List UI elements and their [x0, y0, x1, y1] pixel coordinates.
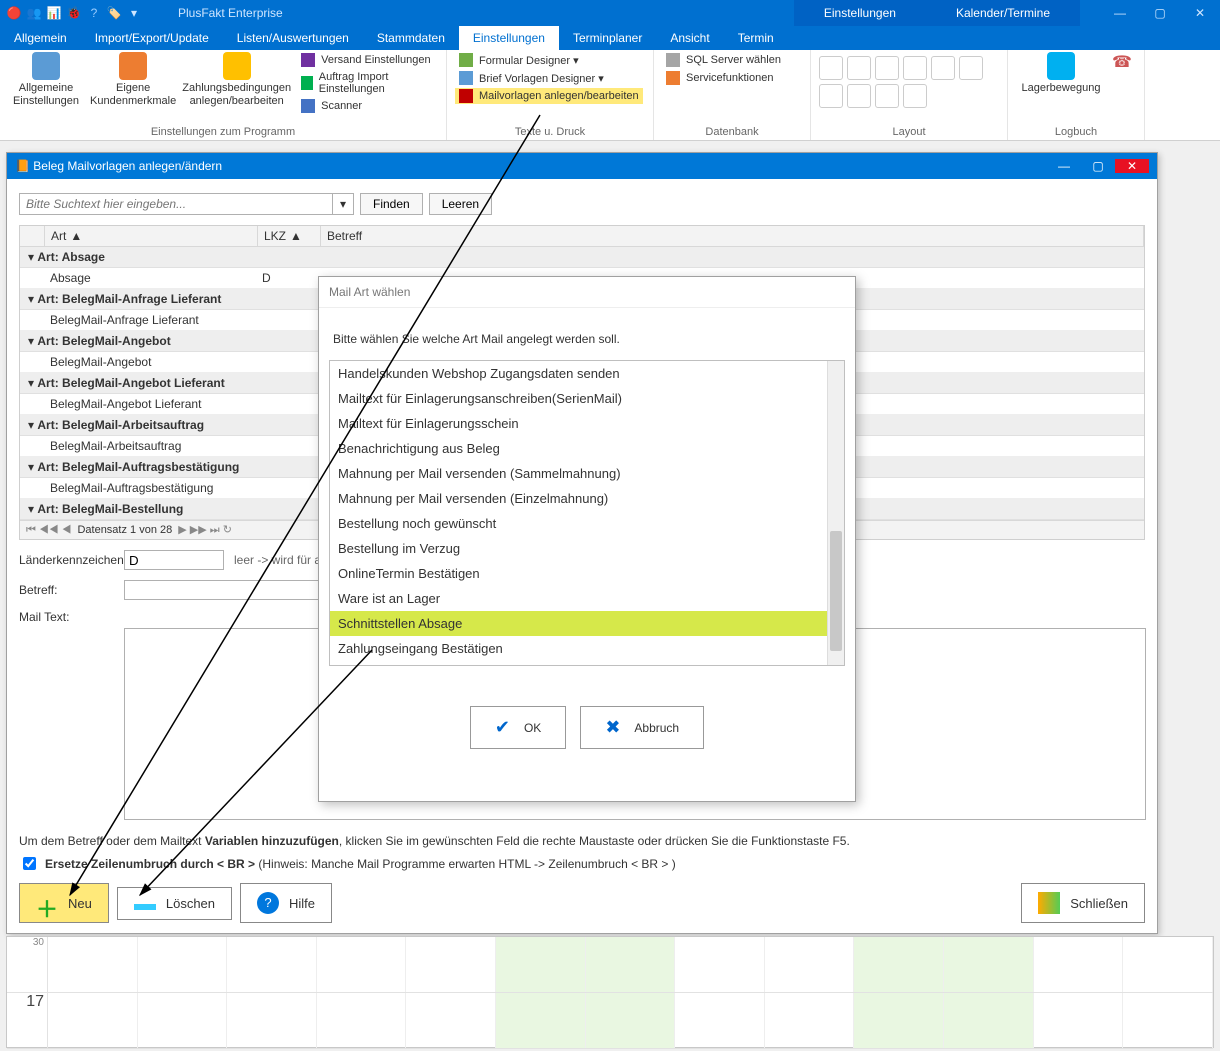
btn-scanner[interactable]: Scanner	[297, 98, 438, 114]
br-checkbox[interactable]	[23, 857, 36, 870]
sw-minimize-icon[interactable]: —	[1047, 159, 1081, 173]
dialog-message: Bitte wählen Sie welche Art Mail angeleg…	[319, 308, 855, 360]
col-lkz: LKZ▲	[258, 226, 321, 246]
minimize-icon[interactable]: —	[1100, 0, 1140, 26]
new-button[interactable]: ＋Neu	[19, 883, 109, 923]
layout-icon[interactable]	[903, 84, 927, 108]
group-row[interactable]: Art: Absage	[20, 247, 1144, 268]
title-bar: 🔴 👥 📊 🐞 ? 🏷️ ▾ PlusFakt Enterprise Einst…	[0, 0, 1220, 26]
list-item[interactable]: Mahnung per Mail versenden (Einzelmahnun…	[330, 486, 844, 511]
tab-listen[interactable]: Listen/Auswertungen	[223, 26, 363, 50]
list-item[interactable]: Mailtext für Einlagerungsschein	[330, 411, 844, 436]
layout-icon[interactable]	[819, 84, 843, 108]
close-button[interactable]: Schließen	[1021, 883, 1145, 923]
help-button[interactable]: ?Hilfe	[240, 883, 332, 923]
layout-icon[interactable]	[847, 56, 871, 80]
betreff-label: Betreff:	[19, 583, 114, 597]
btn-brief[interactable]: Brief Vorlagen Designer ▾	[455, 70, 643, 86]
grp-label: Einstellungen zum Programm	[8, 124, 438, 140]
btn-allg-einst[interactable]: Allgemeine Einstellungen	[8, 52, 84, 107]
tab-terminplaner[interactable]: Terminplaner	[559, 26, 656, 50]
lkz-label: Länderkennzeichen	[19, 553, 114, 567]
close-icon[interactable]: ✕	[1180, 0, 1220, 26]
list-item[interactable]: Bestellung noch gewünscht	[330, 511, 844, 536]
list-item[interactable]: OnlineTermin Bestätigen	[330, 561, 844, 586]
mail-art-list[interactable]: Handelskunden Webshop Zugangsdaten sende…	[329, 360, 845, 666]
mail-art-dialog: Mail Art wählen Bitte wählen Sie welche …	[318, 276, 856, 802]
btn-import[interactable]: Auftrag Import Einstellungen	[297, 70, 438, 96]
ribbon-tabs: Allgemein Import/Export/Update Listen/Au…	[0, 26, 1220, 50]
btn-mailvorlagen[interactable]: Mailvorlagen anlegen/bearbeiten	[455, 88, 643, 104]
subwindow-title: Beleg Mailvorlagen anlegen/ändern	[33, 159, 222, 173]
find-button[interactable]: Finden	[360, 193, 423, 215]
betreff-input[interactable]	[124, 580, 334, 600]
sw-maximize-icon[interactable]: ▢	[1081, 159, 1115, 173]
calendar-strip[interactable]: 30 17	[6, 936, 1214, 1048]
btn-formular[interactable]: Formular Designer ▾	[455, 52, 643, 68]
search-box[interactable]: ▾	[19, 193, 354, 215]
tab-termin[interactable]: Termin	[724, 26, 788, 50]
cancel-button[interactable]: ✖Abbruch	[580, 706, 704, 749]
layout-icon[interactable]	[875, 56, 899, 80]
tab-allgemein[interactable]: Allgemein	[0, 26, 81, 50]
dialog-title: Mail Art wählen	[319, 277, 855, 308]
chart-icon[interactable]: 📊	[46, 5, 62, 21]
layout-icon[interactable]	[903, 56, 927, 80]
tab-einstellungen[interactable]: Einstellungen	[459, 26, 559, 50]
btn-lager[interactable]: Lagerbewegung	[1016, 52, 1106, 95]
layout-icon[interactable]	[819, 56, 843, 80]
ok-button[interactable]: ✔OK	[470, 706, 566, 749]
col-betreff: Betreff	[321, 226, 1144, 246]
clear-button[interactable]: Leeren	[429, 193, 492, 215]
qat-dropdown-icon[interactable]: ▾	[126, 5, 142, 21]
folder-icon: 📙	[15, 159, 30, 173]
bug-icon[interactable]: 🐞	[66, 5, 82, 21]
ctx-tab-einstellungen[interactable]: Einstellungen	[794, 0, 926, 26]
list-item[interactable]: Zahlungseingang Bestätigen	[330, 636, 844, 661]
layout-icon[interactable]	[875, 84, 899, 108]
col-art: Art▲	[45, 226, 258, 246]
flag-icon[interactable]: 🔴	[6, 5, 22, 21]
list-item[interactable]: Bestellung im Verzug	[330, 536, 844, 561]
quick-access-toolbar: 🔴 👥 📊 🐞 ? 🏷️ ▾	[0, 5, 148, 21]
btn-zahlung[interactable]: Zahlungsbedingungen anlegen/bearbeiten	[182, 52, 291, 107]
lkz-input[interactable]	[124, 550, 224, 570]
users-icon[interactable]: 👥	[26, 5, 42, 21]
btn-service[interactable]: Servicefunktionen	[662, 70, 785, 86]
search-input[interactable]	[20, 194, 332, 214]
phone-icon[interactable]: ☎	[1112, 52, 1132, 72]
mailtext-label: Mail Text:	[19, 610, 114, 624]
context-tabs: Einstellungen Kalender/Termine	[794, 0, 1080, 26]
ctx-tab-kalender[interactable]: Kalender/Termine	[926, 0, 1080, 26]
btn-sql[interactable]: SQL Server wählen	[662, 52, 785, 68]
layout-icon[interactable]	[959, 56, 983, 80]
ribbon: Allgemeine Einstellungen Eigene Kundenme…	[0, 50, 1220, 141]
sw-close-icon[interactable]: ✕	[1115, 159, 1149, 173]
layout-icon[interactable]	[847, 84, 871, 108]
delete-button[interactable]: Löschen	[117, 887, 232, 920]
btn-versand[interactable]: Versand Einstellungen	[297, 52, 438, 68]
layout-icon[interactable]	[931, 56, 955, 80]
list-item[interactable]: Ware ist an Lager	[330, 586, 844, 611]
search-dropdown-icon[interactable]: ▾	[332, 194, 353, 214]
tab-import[interactable]: Import/Export/Update	[81, 26, 223, 50]
app-title: PlusFakt Enterprise	[178, 6, 283, 20]
btn-kundenmerkmale[interactable]: Eigene Kundenmerkmale	[90, 52, 176, 107]
variable-hint: Um dem Betreff oder dem Mailtext Variabl…	[19, 834, 1145, 848]
tag-icon[interactable]: 🏷️	[106, 5, 122, 21]
help-icon[interactable]: ?	[86, 5, 102, 21]
scrollbar[interactable]	[827, 361, 844, 665]
list-item[interactable]: Schnittstellen Absage	[330, 611, 844, 636]
tab-stammdaten[interactable]: Stammdaten	[363, 26, 459, 50]
list-item[interactable]: Mahnung per Mail versenden (Sammelmahnun…	[330, 461, 844, 486]
list-item[interactable]: Handelskunden Webshop Zugangsdaten sende…	[330, 361, 844, 386]
maximize-icon[interactable]: ▢	[1140, 0, 1180, 26]
tab-ansicht[interactable]: Ansicht	[656, 26, 723, 50]
list-item[interactable]: Benachrichtigung aus Beleg	[330, 436, 844, 461]
list-item[interactable]: Mailtext für Einlagerungsanschreiben(Ser…	[330, 386, 844, 411]
